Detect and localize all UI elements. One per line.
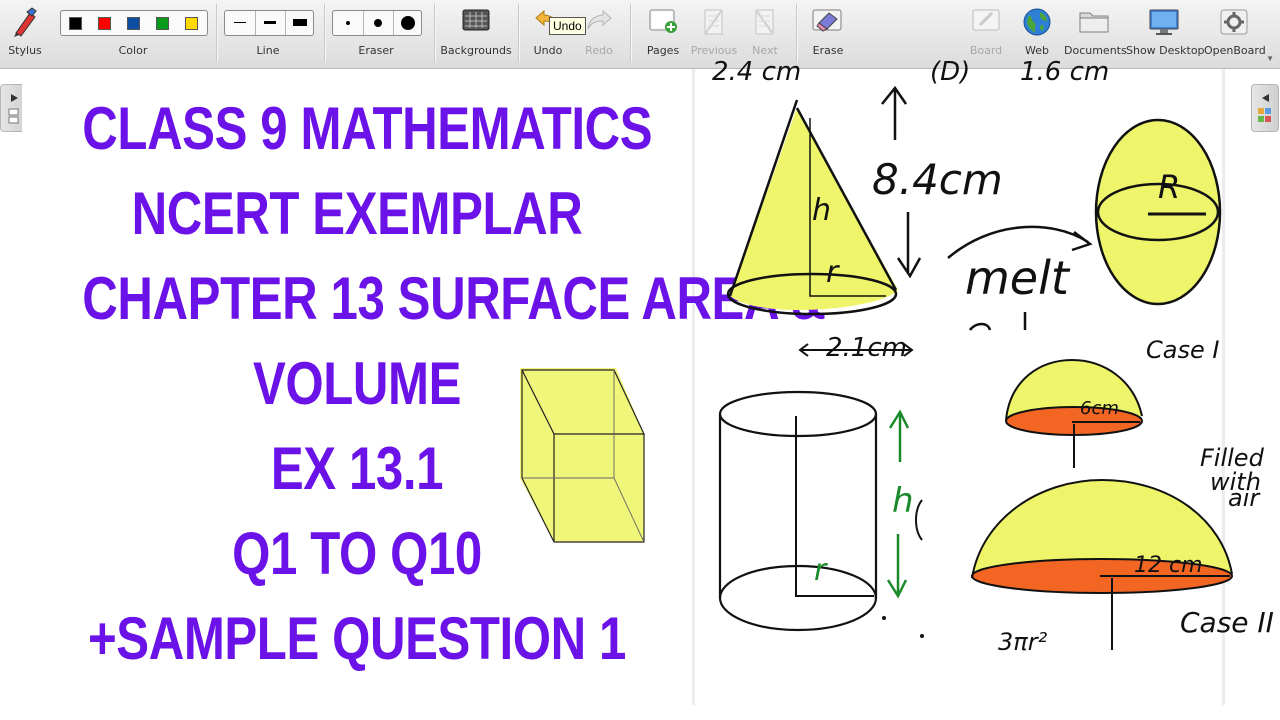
bottom-formula: 3πr² [998,628,1048,656]
cylinder-r-label: r [814,553,828,588]
cuboid-drawing [520,368,645,543]
small-hemisphere-label: 6cm [1080,398,1119,419]
cut-text-option: (D) [930,57,970,87]
sphere-drawing: R [1094,118,1222,306]
case-two-label: Case II [1180,606,1274,639]
cone-height-label: 8.4cm [872,155,1003,204]
cylinder-drawing [718,390,878,632]
air-label: air [1228,484,1261,512]
cone-drawing: h r 2.1cm [726,99,914,363]
cone-base-label: 2.1cm [826,333,907,363]
cylinder-h-label: h [892,481,914,521]
small-hemisphere-drawing: 6cm [1005,358,1143,468]
melt-label: melt [965,251,1071,305]
handwritten-annotations: 2.4 cm (D) 1.6 cm h r 2.1cm 8.4cm melt R [520,57,1274,656]
sphere-r-label: R [1158,168,1180,206]
large-hemisphere-label: 12 cm [1134,553,1203,578]
cone-h-label: h [812,193,831,228]
case-one-label: Case I [1146,336,1219,364]
cut-text-value: 1.6 cm [1020,57,1109,87]
cut-text-left: 2.4 cm [712,57,801,87]
cone-r-label: r [826,255,840,290]
